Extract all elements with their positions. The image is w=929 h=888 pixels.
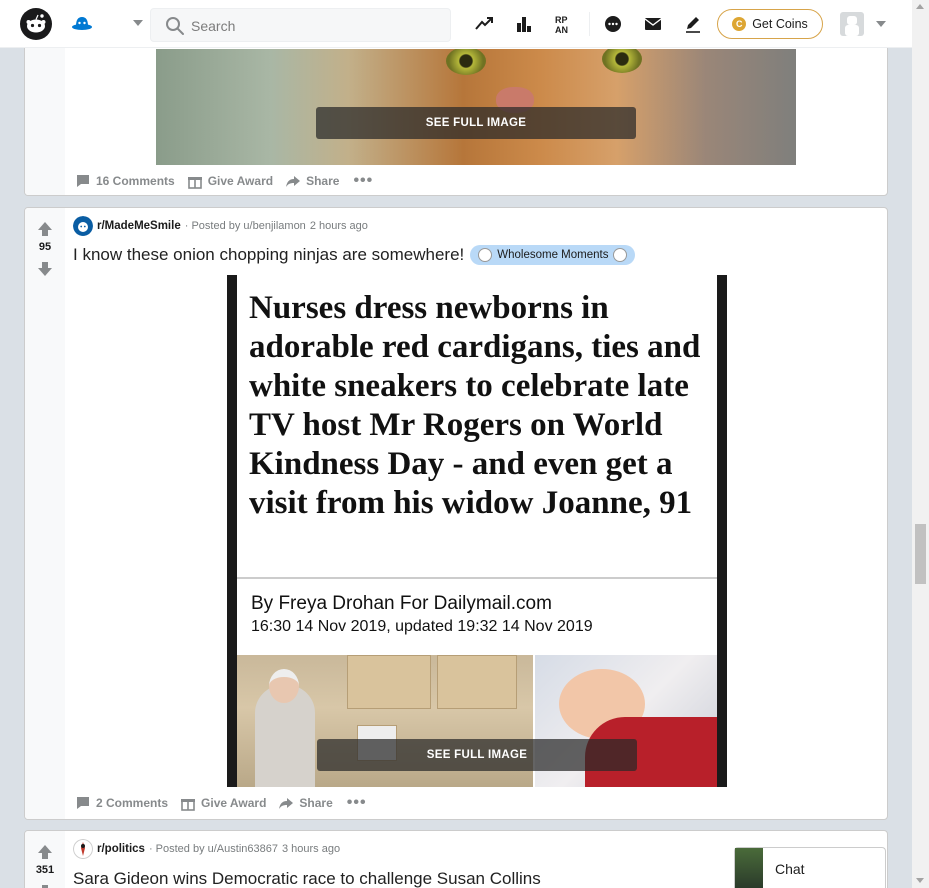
give-award-button[interactable]: Give Award <box>185 169 275 193</box>
post-title-text[interactable]: Sara Gideon wins Democratic race to chal… <box>73 869 541 888</box>
see-full-image-button[interactable]: SEE FULL IMAGE <box>317 739 637 771</box>
share-icon <box>279 798 294 809</box>
scroll-up-arrow-icon[interactable] <box>916 4 924 9</box>
vote-column: 351 <box>25 831 65 888</box>
share-label: Share <box>306 174 340 188</box>
vote-count: 95 <box>38 241 52 253</box>
post-image[interactable]: Nurses dress newborns in adorable red ca… <box>227 275 727 787</box>
post-actions: 2 Comments Give Award Share ••• <box>73 791 371 815</box>
flair-label: Wholesome Moments <box>497 249 609 261</box>
post-title-text[interactable]: I know these onion chopping ninjas are s… <box>73 245 464 265</box>
coin-icon: C <box>732 17 747 31</box>
search-icon <box>166 17 184 35</box>
user-menu-chevron-icon[interactable] <box>876 21 886 27</box>
post-title[interactable]: I know these onion chopping ninjas are s… <box>73 245 636 265</box>
wholesome-emoji-icon <box>613 248 628 262</box>
see-full-image-button[interactable]: SEE FULL IMAGE <box>316 107 636 139</box>
cabinet <box>437 655 517 709</box>
give-award-button[interactable]: Give Award <box>178 791 268 815</box>
leaderboard-icon[interactable] <box>512 12 536 36</box>
more-options-button[interactable]: ••• <box>343 794 371 812</box>
subreddit-icon[interactable] <box>73 216 93 236</box>
cat-eye <box>446 49 486 75</box>
share-label: Share <box>299 796 333 810</box>
comment-icon <box>77 797 89 809</box>
feed-dropdown-chevron-icon[interactable] <box>133 20 143 26</box>
scrollbar-thumb[interactable] <box>915 524 926 584</box>
downvote-icon[interactable] <box>37 884 53 888</box>
chat-label: Chat <box>775 861 805 877</box>
downvote-icon[interactable] <box>37 261 53 277</box>
user-avatar[interactable] <box>840 12 864 36</box>
header-divider <box>589 12 590 36</box>
post-actions: 16 Comments Give Award Share ••• <box>73 169 377 193</box>
svg-text:RP: RP <box>555 15 568 25</box>
post-meta: r/politics · Posted by u/Austin63867 3 h… <box>73 839 340 859</box>
top-header: RPAN C Get Coins <box>0 0 912 48</box>
post-time[interactable]: 3 hours ago <box>282 843 340 855</box>
vote-column: 95 <box>25 208 65 819</box>
rpan-icon[interactable]: RP AN <box>552 12 576 36</box>
post-card[interactable]: 95 r/MadeMeSmile · Posted by u/benjilamo… <box>24 207 888 820</box>
chat-thumbnail <box>735 848 763 888</box>
article-headline: Nurses dress newborns in adorable red ca… <box>249 290 701 521</box>
article-date: 16:30 14 Nov 2019, updated 19:32 14 Nov … <box>251 618 593 635</box>
chat-icon[interactable] <box>601 12 625 36</box>
wholesome-emoji-icon <box>478 248 493 262</box>
get-coins-label: Get Coins <box>752 17 808 31</box>
share-icon <box>286 176 301 187</box>
subreddit-link[interactable]: r/politics <box>97 843 145 855</box>
cat-eye <box>602 49 642 73</box>
svg-text:AN: AN <box>555 25 568 34</box>
post-time[interactable]: 2 hours ago <box>310 220 368 232</box>
upvote-icon[interactable] <box>37 221 53 237</box>
get-coins-button[interactable]: C Get Coins <box>717 9 823 39</box>
subreddit-icon[interactable] <box>73 839 93 859</box>
posted-by-label[interactable]: · Posted by u/Austin63867 <box>149 843 278 855</box>
post-image[interactable]: SEE FULL IMAGE <box>156 49 796 165</box>
comments-button[interactable]: 16 Comments <box>73 169 177 193</box>
comments-label: 16 Comments <box>96 174 175 188</box>
search-input[interactable] <box>191 16 441 36</box>
page-scrollbar[interactable] <box>912 0 929 888</box>
gift-icon <box>181 799 196 811</box>
trending-icon[interactable] <box>472 12 496 36</box>
comments-label: 2 Comments <box>96 796 169 810</box>
home-feed-icon[interactable] <box>70 12 94 36</box>
mail-icon[interactable] <box>641 12 665 36</box>
share-button[interactable]: Share <box>276 791 334 815</box>
subreddit-link[interactable]: r/MadeMeSmile <box>97 220 181 232</box>
search-bar[interactable] <box>150 8 451 42</box>
post-flair[interactable]: Wholesome Moments <box>470 245 636 265</box>
cabinet <box>347 655 431 709</box>
give-award-label: Give Award <box>201 796 267 810</box>
upvote-icon[interactable] <box>37 844 53 860</box>
woman-head <box>269 669 299 703</box>
comment-icon <box>77 175 89 187</box>
post-title[interactable]: Sara Gideon wins Democratic race to chal… <box>73 869 541 888</box>
post-meta: r/MadeMeSmile · Posted by u/benjilamon 2… <box>73 216 368 236</box>
scroll-down-arrow-icon[interactable] <box>916 878 924 883</box>
vote-count: 351 <box>35 864 55 876</box>
create-post-icon[interactable] <box>681 12 705 36</box>
comments-button[interactable]: 2 Comments <box>73 791 170 815</box>
more-options-button[interactable]: ••• <box>349 172 377 190</box>
article-divider <box>237 577 717 579</box>
give-award-label: Give Award <box>207 174 274 188</box>
share-button[interactable]: Share <box>283 169 341 193</box>
reddit-logo-icon[interactable] <box>20 8 52 40</box>
gift-icon <box>187 177 202 189</box>
article-byline: By Freya Drohan For Dailymail.com <box>251 593 552 614</box>
posted-by-label[interactable]: · Posted by u/benjilamon <box>185 220 306 232</box>
chat-widget[interactable]: Chat <box>734 847 886 888</box>
